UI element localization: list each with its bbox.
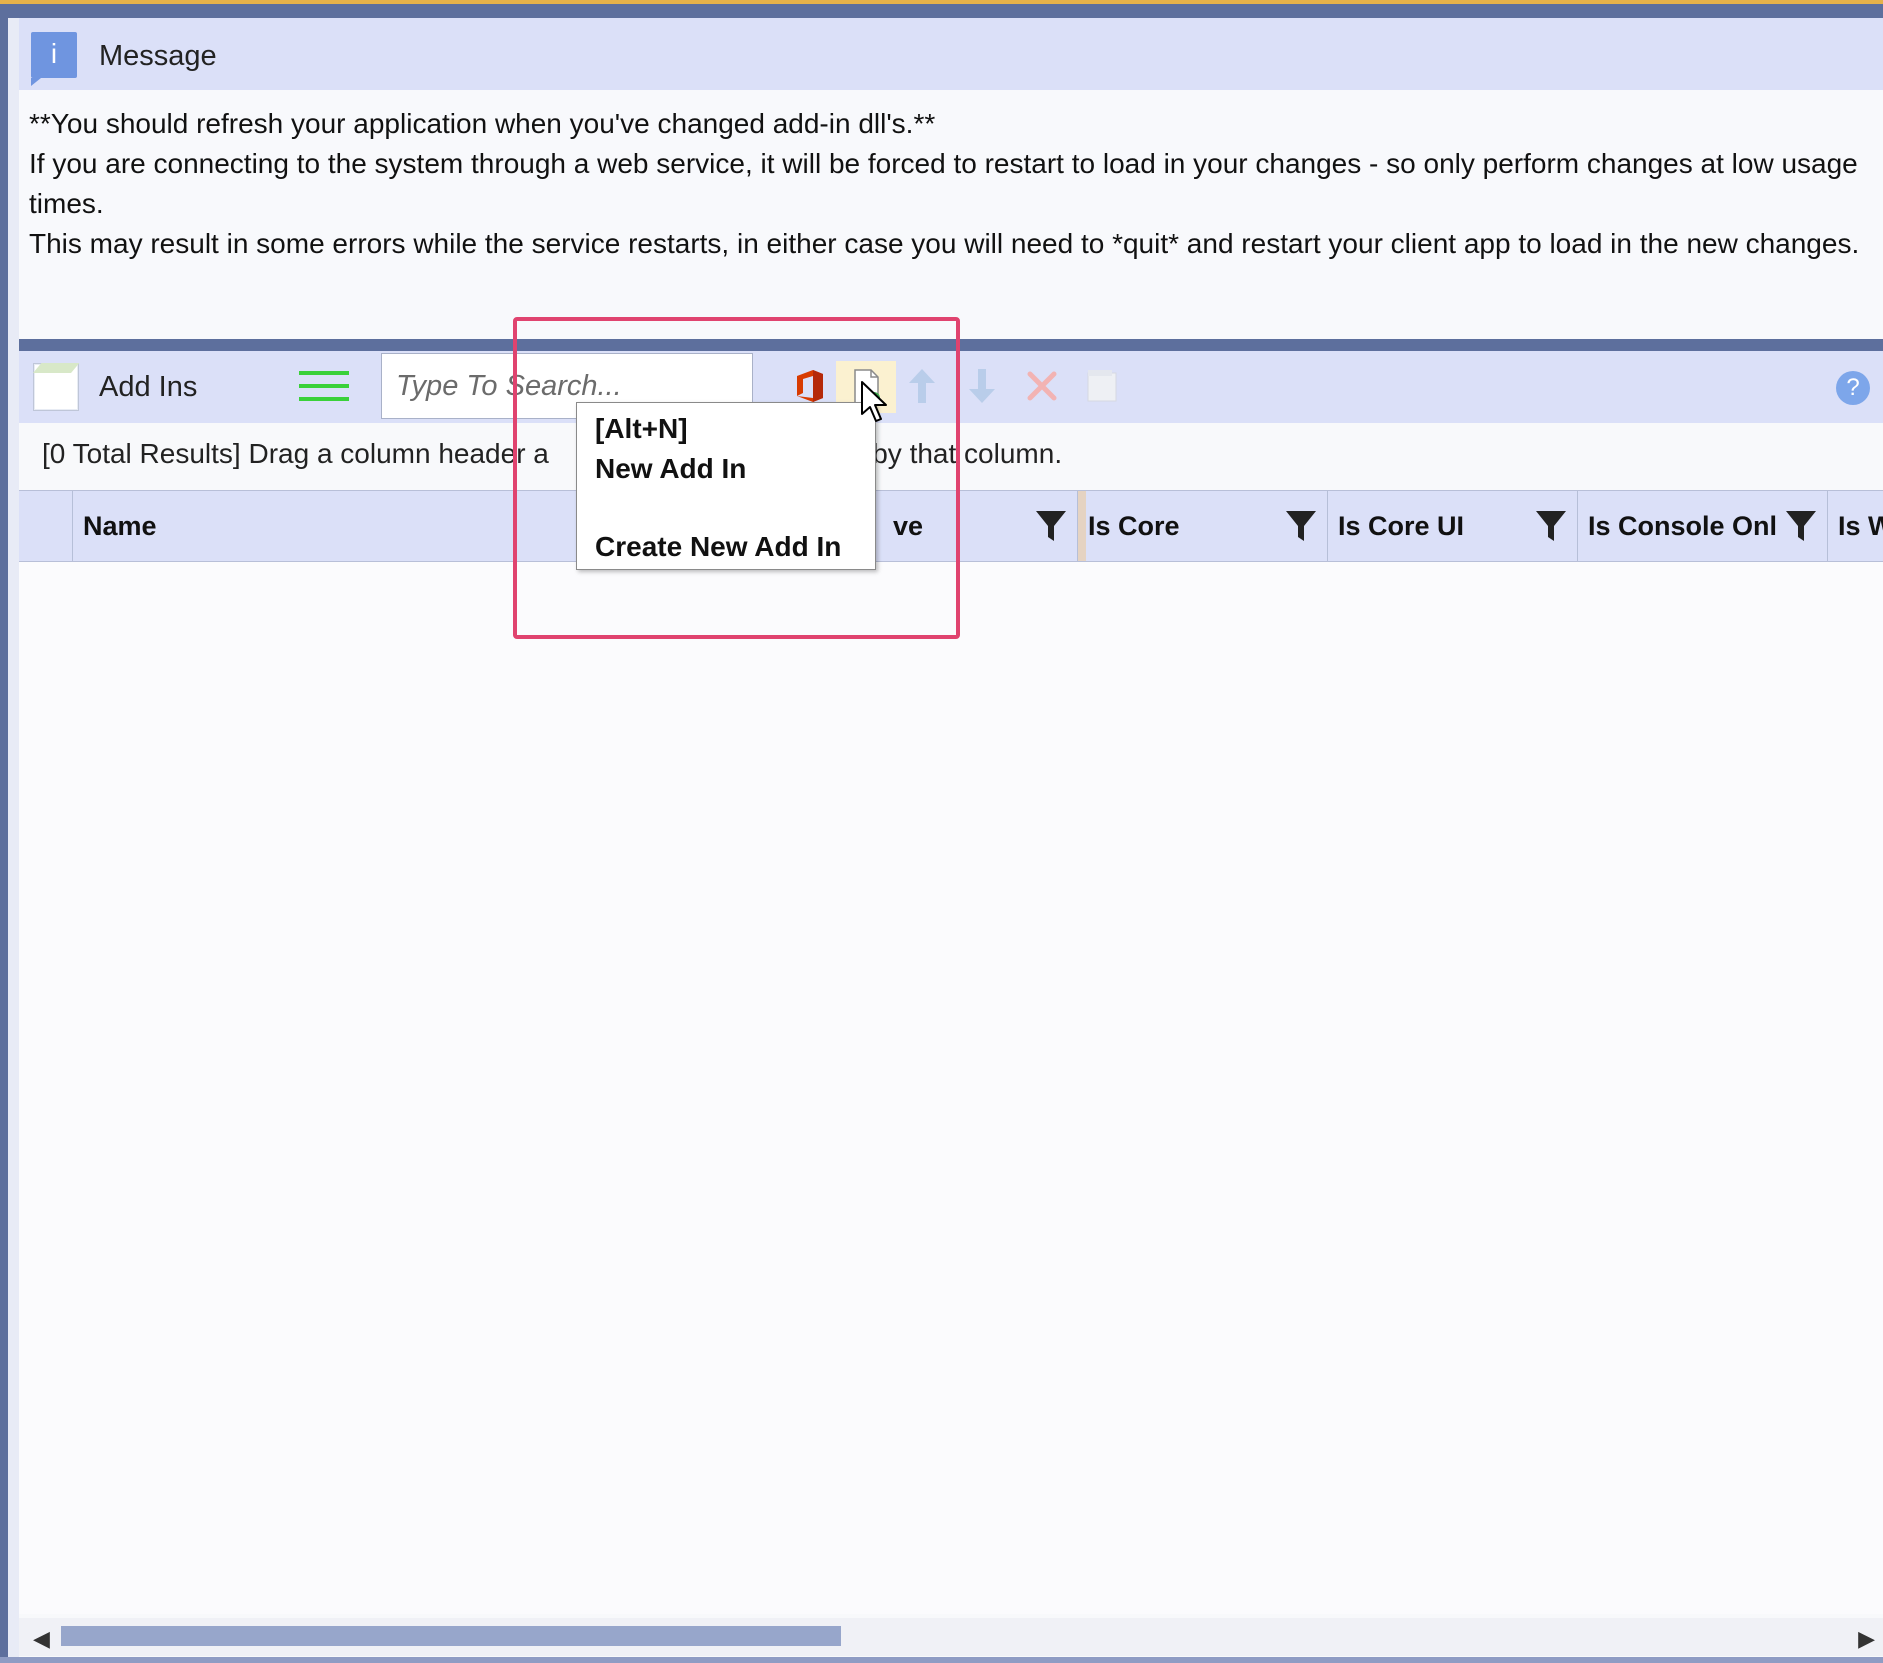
scroll-right-icon[interactable]: ▶ (1858, 1626, 1875, 1652)
message-panel: i Message **You should refresh your appl… (19, 18, 1883, 339)
scroll-left-icon[interactable]: ◀ (33, 1626, 50, 1652)
filter-funnel-icon[interactable] (1785, 509, 1817, 543)
column-header-is-core-ui[interactable]: Is Core UI (1328, 491, 1578, 561)
column-header-is-console-only[interactable]: Is Console Onl (1578, 491, 1828, 561)
message-body: **You should refresh your application wh… (29, 104, 1879, 264)
left-frame (0, 18, 8, 1663)
delete-x-icon[interactable] (1019, 363, 1065, 409)
info-icon: i (31, 32, 77, 78)
filter-funnel-icon[interactable] (1535, 509, 1567, 543)
mouse-cursor-icon (860, 380, 890, 424)
filter-funnel-icon[interactable] (1035, 509, 1067, 543)
horizontal-scrollbar[interactable]: ◀ ▶ (19, 1618, 1883, 1656)
message-line-3: This may result in some errors while the… (29, 224, 1879, 264)
addins-box-icon (33, 363, 79, 411)
help-icon[interactable]: ? (1836, 371, 1870, 405)
grid-body (19, 562, 1883, 1614)
scrollbar-thumb[interactable] (61, 1626, 841, 1646)
window-bottom-frame (0, 1657, 1883, 1663)
message-header: i Message (19, 18, 1883, 90)
message-line-1: **You should refresh your application wh… (29, 104, 1879, 144)
results-text-left: [0 Total Results] Drag a column header a (42, 438, 549, 469)
column-label: Is Console Onl (1588, 511, 1777, 542)
column-header-is-core[interactable]: Is Core (1078, 491, 1328, 561)
row-selector-header[interactable] (19, 491, 73, 561)
column-header-name[interactable]: Name (73, 491, 578, 561)
hamburger-menu-icon[interactable] (299, 371, 349, 405)
column-label: Is Core (1088, 511, 1180, 542)
arrow-down-icon[interactable] (959, 363, 1005, 409)
column-label: Is Core UI (1338, 511, 1464, 542)
column-label: Name (83, 511, 157, 542)
highlight-box (513, 317, 960, 639)
filter-funnel-icon[interactable] (1285, 509, 1317, 543)
column-header-is-wl[interactable]: Is Wl (1828, 491, 1883, 561)
window-top-bar (0, 4, 1883, 18)
column-label: Is Wl (1838, 511, 1883, 542)
copy-icon[interactable] (1079, 363, 1125, 409)
addins-title: Add Ins (99, 371, 197, 404)
message-line-2: If you are connecting to the system thro… (29, 144, 1879, 224)
left-gutter (8, 18, 19, 1663)
message-title: Message (99, 40, 217, 73)
